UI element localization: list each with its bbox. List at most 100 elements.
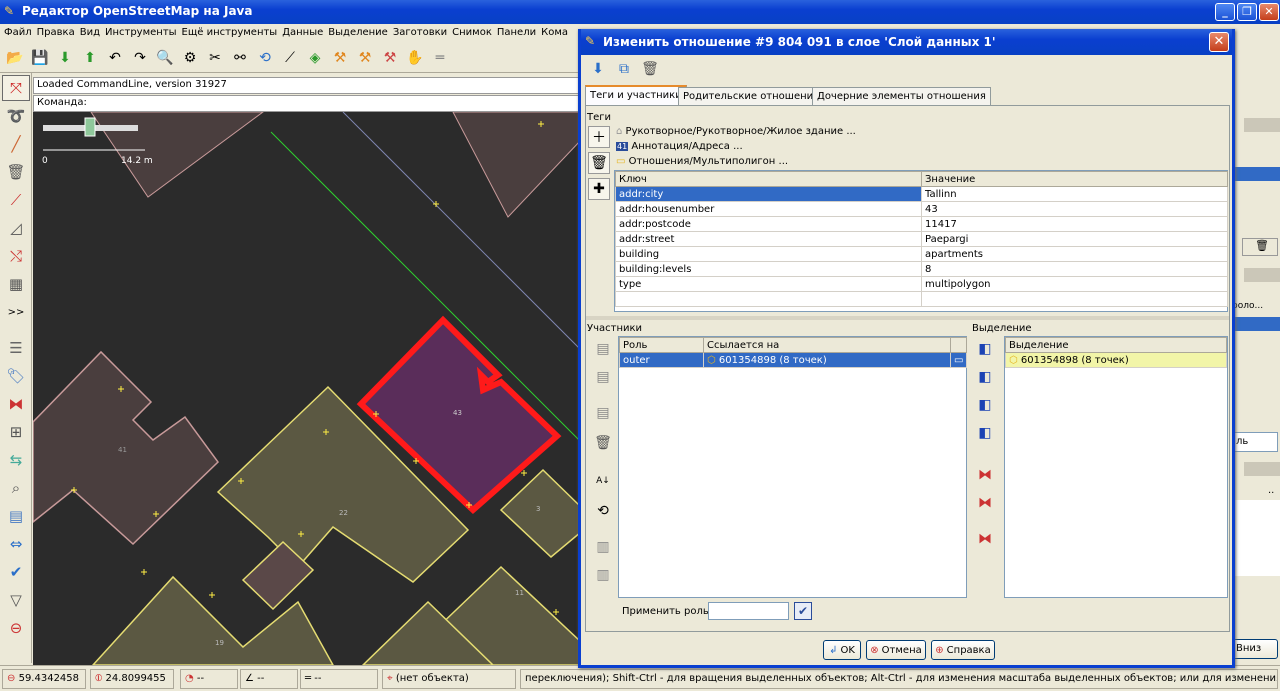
select-members-icon[interactable]: ⧓ — [974, 464, 996, 486]
line-tool-icon[interactable]: ═ — [429, 47, 451, 69]
tag-key[interactable]: addr:postcode — [615, 216, 922, 232]
preferences-icon[interactable]: ⚙ — [179, 47, 201, 69]
preset-building[interactable]: ⌂ Рукотворное/Рукотворное/Жилое здание .… — [616, 126, 856, 137]
tag-value[interactable]: Paepargi — [921, 231, 1228, 247]
tag-key[interactable]: building:levels — [615, 261, 922, 277]
menu-windows[interactable]: Панели — [497, 24, 541, 43]
hand-icon[interactable]: ✋ — [404, 47, 426, 69]
panel-delete-button[interactable]: 🗑 — [1242, 238, 1278, 256]
tool-b-icon[interactable]: ⚒ — [354, 47, 376, 69]
align-circle-icon[interactable]: ◈ — [304, 47, 326, 69]
tag-row[interactable]: addr:postcode 11417 — [615, 216, 1228, 232]
menu-commands[interactable]: Кома — [541, 24, 573, 43]
remove-member-icon[interactable]: 🗑 — [592, 432, 614, 454]
download-members-icon[interactable]: ▥ — [592, 536, 614, 558]
tag-value[interactable]: apartments — [921, 246, 1228, 262]
tool-c-icon[interactable]: ⚒ — [379, 47, 401, 69]
tag-row[interactable]: addr:street Paepargi — [615, 231, 1228, 247]
command-input[interactable]: Команда: — [33, 95, 581, 112]
tag-row[interactable]: building:levels 8 — [615, 261, 1228, 277]
lasso-icon[interactable]: ➰ — [2, 103, 30, 129]
tag-value-empty[interactable] — [921, 291, 1228, 307]
tag-key-header[interactable]: Ключ — [615, 171, 922, 187]
down-button[interactable]: Вниз — [1232, 639, 1278, 659]
delete-relation-icon[interactable]: 🗑 — [639, 58, 661, 80]
map-canvas[interactable]: 41 22 43 3 11 19 0 14.2 m — [33, 112, 581, 665]
move-up-icon[interactable]: ▤ — [592, 338, 614, 360]
selection-list-icon[interactable]: ⊞ — [2, 419, 30, 445]
menu-more-tools[interactable]: Ещё инструменты — [182, 24, 283, 43]
relations-selected-row[interactable] — [1232, 317, 1280, 331]
tag-value-header[interactable]: Значение — [921, 171, 1228, 187]
minimize-button[interactable]: _ — [1215, 3, 1235, 21]
member-row[interactable]: outer ⬡ 601354898 (8 точек) ▭ — [619, 352, 967, 368]
menu-tools[interactable]: Инструменты — [105, 24, 182, 43]
duplicate-relation-icon[interactable]: ⧉ — [613, 58, 635, 80]
upload-icon[interactable]: ⬆ — [79, 47, 101, 69]
tab-child-members[interactable]: Дочерние элементы отношения — [812, 87, 991, 105]
tag-key[interactable]: type — [615, 276, 922, 292]
validator-check-icon[interactable]: ✔ — [2, 559, 30, 585]
tag-value[interactable]: 11417 — [921, 216, 1228, 232]
close-window-button[interactable]: ✕ — [1259, 3, 1279, 21]
ok-button[interactable]: ↲ OK — [823, 640, 861, 660]
sort-members-icon[interactable]: A↓ — [592, 470, 614, 492]
tab-parent-relations[interactable]: Родительские отношения — [678, 87, 825, 105]
apply-role-button[interactable]: ✔ — [794, 602, 812, 620]
menu-presets[interactable]: Заготовки — [393, 24, 452, 43]
delete-mode-icon[interactable]: 🗑 — [2, 159, 30, 185]
split-mode-icon[interactable]: ⤭ — [2, 243, 30, 269]
menu-view[interactable]: Вид — [80, 24, 105, 43]
panel-button-a[interactable]: ль — [1232, 432, 1278, 452]
building-tool-icon[interactable]: ▦ — [2, 271, 30, 297]
validation-list[interactable] — [1232, 500, 1280, 576]
combine-way-icon[interactable]: ⚯ — [229, 47, 251, 69]
tag-row[interactable]: addr:housenumber 43 — [615, 201, 1228, 217]
undo-icon[interactable]: ↶ — [104, 47, 126, 69]
tool-a-icon[interactable]: ⚒ — [329, 47, 351, 69]
reverse-members-icon[interactable]: ⟲ — [592, 500, 614, 522]
select-mode-icon[interactable]: ⤧ — [2, 75, 30, 101]
apply-changes-icon[interactable]: ⬇ — [587, 58, 609, 80]
tag-row-empty[interactable] — [615, 291, 1228, 307]
move-down-icon[interactable]: ▤ — [592, 366, 614, 388]
preset-address[interactable]: 41 Аннотация/Адреса ... — [616, 141, 743, 152]
tag-value[interactable]: multipolygon — [921, 276, 1228, 292]
menu-data[interactable]: Данные — [282, 24, 328, 43]
add-tag-icon[interactable]: ＋ — [588, 126, 610, 148]
tag-value[interactable]: 8 — [921, 261, 1228, 277]
menu-selection[interactable]: Выделение — [328, 24, 393, 43]
simplify-way-icon[interactable]: ⟋ — [279, 47, 301, 69]
member-role[interactable]: outer — [619, 352, 704, 368]
layers-icon[interactable]: ☰ — [2, 335, 30, 361]
delete-tag-icon[interactable]: 🗑 — [588, 152, 610, 174]
tag-row[interactable]: type multipolygon — [615, 276, 1228, 292]
paste-tags-icon[interactable]: ✚ — [588, 178, 610, 200]
menu-edit[interactable]: Правка — [37, 24, 80, 43]
tag-key[interactable]: addr:street — [615, 231, 922, 247]
tag-key[interactable]: addr:city — [615, 186, 922, 202]
menu-imagery[interactable]: Снимок — [452, 24, 497, 43]
pane-splitter[interactable] — [586, 316, 1229, 320]
draw-mode-icon[interactable]: ╱ — [2, 131, 30, 157]
add-at-start-icon[interactable]: ◧ — [974, 338, 996, 360]
maximize-button[interactable]: ❐ — [1237, 3, 1257, 21]
notes-icon[interactable]: ⌕ — [2, 475, 30, 501]
add-before-icon[interactable]: ◧ — [974, 366, 996, 388]
remove-from-selection-icon[interactable]: ⧓ — [974, 528, 996, 550]
save-icon[interactable]: 💾 — [29, 47, 51, 69]
more-tools-icon[interactable]: >> — [2, 299, 30, 325]
add-at-end-icon[interactable]: ◧ — [974, 422, 996, 444]
help-button[interactable]: ⊕ Справка — [931, 640, 995, 660]
dialog-close-button[interactable]: ✕ — [1209, 32, 1229, 52]
member-ref[interactable]: ⬡ 601354898 (8 точек) — [703, 352, 951, 368]
tab-tags-members[interactable]: Теги и участники — [585, 85, 687, 106]
reverse-way-icon[interactable]: ⟲ — [254, 47, 276, 69]
apply-role-input[interactable] — [708, 602, 789, 620]
tag-key[interactable]: building — [615, 246, 922, 262]
download-icon[interactable]: ⬇ — [54, 47, 76, 69]
tag-key[interactable]: addr:housenumber — [615, 201, 922, 217]
cancel-button[interactable]: ⊗ Отмена — [866, 640, 926, 660]
parallel-way-icon[interactable]: ◿ — [2, 215, 30, 241]
conflict-icon[interactable]: ⇔ — [2, 531, 30, 557]
